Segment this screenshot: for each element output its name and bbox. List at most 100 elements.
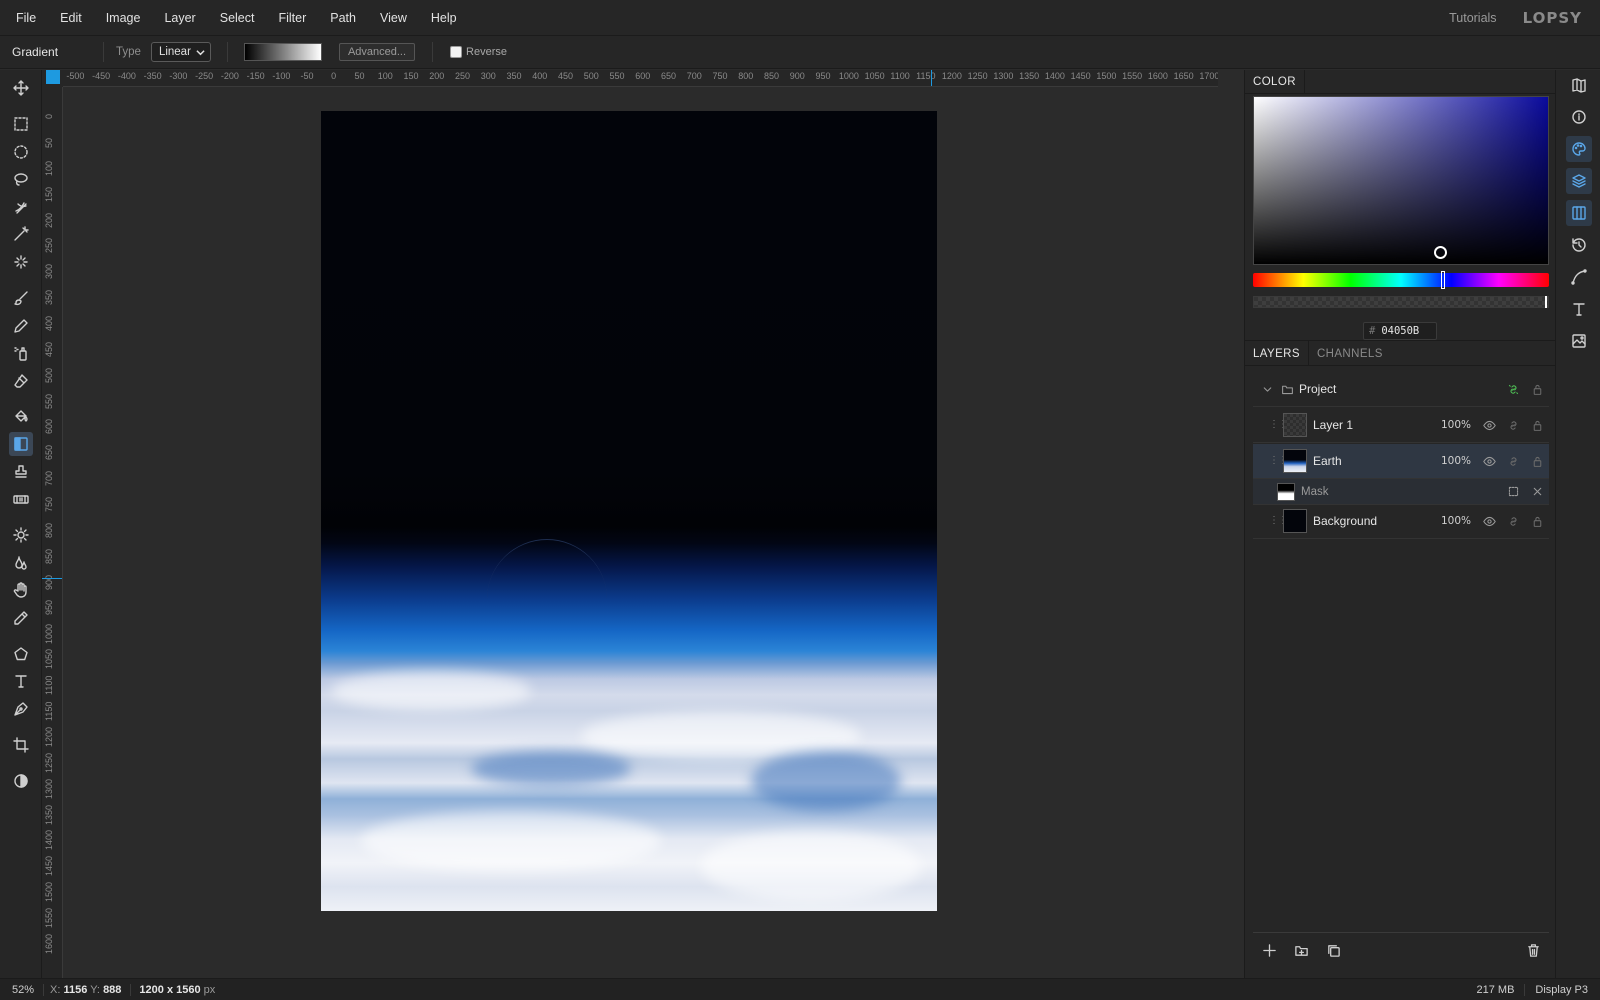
add-layer-icon[interactable] [1253,939,1285,963]
layers-icon[interactable] [1566,168,1592,194]
columns-icon[interactable] [1566,200,1592,226]
ruler-tick-label: 1400 [44,830,54,851]
color-picker-handle[interactable] [1434,246,1447,259]
gradient-icon[interactable] [9,432,33,456]
gradient-type-select[interactable]: Linear [150,42,211,62]
layer-group-project[interactable]: Project [1253,372,1549,407]
menu-image[interactable]: Image [94,0,153,36]
mask-name[interactable]: Mask [1301,486,1501,498]
layer-row-layer1[interactable]: ⋮⋮ Layer 1 100% [1253,408,1549,443]
quick-select-icon[interactable] [9,195,33,219]
hex-input[interactable]: # 04050B [1363,322,1437,340]
menu-path[interactable]: Path [318,0,368,36]
object-select-icon[interactable] [9,250,33,274]
healing-icon[interactable] [9,487,33,511]
eye-icon[interactable] [1477,451,1501,471]
duplicate-icon[interactable] [1317,939,1349,963]
layer-row-mask[interactable]: Mask [1253,479,1549,505]
lock-icon[interactable] [1525,511,1549,531]
tab-color[interactable]: COLOR [1245,70,1305,93]
eyedropper-icon[interactable] [9,606,33,630]
magic-wand-icon[interactable] [9,222,33,246]
layer-opacity[interactable]: 100% [1441,515,1471,527]
layer-row-background[interactable]: ⋮⋮ Background 100% [1253,504,1549,539]
menu-layer[interactable]: Layer [152,0,207,36]
chevron-down-icon[interactable] [1255,379,1279,399]
hue-slider-handle[interactable] [1441,271,1445,289]
eye-icon[interactable] [1477,415,1501,435]
blur-icon[interactable] [9,551,33,575]
layer-group-name[interactable]: Project [1299,382,1501,396]
polygon-icon[interactable] [9,642,33,666]
link-icon[interactable] [1501,379,1525,399]
menu-select[interactable]: Select [208,0,267,36]
fill-bucket-icon[interactable] [9,404,33,428]
rect-select-icon[interactable] [9,112,33,136]
eraser-icon[interactable] [9,369,33,393]
hand-icon[interactable] [9,578,33,602]
alpha-slider-handle[interactable] [1545,296,1547,308]
menu-edit[interactable]: Edit [48,0,94,36]
tab-channels[interactable]: CHANNELS [1309,341,1391,365]
drag-handle-icon[interactable]: ⋮⋮ [1269,456,1288,466]
text-icon[interactable] [9,669,33,693]
layer-name[interactable]: Background [1313,514,1441,528]
contrast-icon[interactable] [9,769,33,793]
mask-select-icon[interactable] [1501,482,1525,502]
dodge-icon[interactable] [9,523,33,547]
reverse-checkbox[interactable] [450,46,463,58]
trash-icon[interactable] [1517,939,1549,963]
drag-handle-icon[interactable]: ⋮⋮ [1269,420,1288,430]
lock-icon[interactable] [1525,379,1549,399]
layer-name[interactable]: Layer 1 [1313,418,1441,432]
pencil-icon[interactable] [9,314,33,338]
layer-opacity[interactable]: 100% [1441,455,1471,467]
menu-view[interactable]: View [368,0,419,36]
ruler-origin-marker[interactable] [46,70,60,84]
tab-layers[interactable]: LAYERS [1245,341,1309,365]
brush-icon[interactable] [9,286,33,310]
drag-handle-icon[interactable]: ⋮⋮ [1269,516,1288,526]
type-icon[interactable] [1566,296,1592,322]
spray-icon[interactable] [9,341,33,365]
menu-file[interactable]: File [0,0,48,36]
zoom-level[interactable]: 52% [0,983,44,996]
advanced-button[interactable]: Advanced... [338,43,416,61]
link-icon[interactable] [1501,415,1525,435]
document-canvas[interactable] [321,111,937,911]
ellipse-select-icon[interactable] [9,140,33,164]
lock-icon[interactable] [1525,415,1549,435]
canvas-area[interactable] [63,88,1218,978]
map-icon[interactable] [1566,72,1592,98]
curve-icon[interactable] [1566,264,1592,290]
stamp-icon[interactable] [9,460,33,484]
hex-value[interactable]: 04050B [1381,325,1419,337]
layer-opacity[interactable]: 100% [1441,419,1471,431]
lasso-icon[interactable] [9,167,33,191]
color-profile[interactable]: Display P3 [1525,984,1600,996]
eye-icon[interactable] [1477,511,1501,531]
link-icon[interactable] [1501,451,1525,471]
gradient-preview-swatch[interactable] [243,43,322,61]
pen-icon[interactable] [9,697,33,721]
crop-icon[interactable] [9,733,33,757]
tutorials-link[interactable]: Tutorials [1449,11,1496,25]
lock-icon[interactable] [1525,451,1549,471]
link-icon[interactable] [1501,511,1525,531]
history-icon[interactable] [1566,232,1592,258]
hue-slider[interactable] [1253,271,1549,289]
menu-filter[interactable]: Filter [266,0,318,36]
horizontal-ruler[interactable]: -500 -450 -400 -350 -300 -250 -200 -150 -100 -50 0… [63,70,1218,87]
alpha-slider[interactable] [1253,296,1549,308]
image-edit-icon[interactable] [1566,328,1592,354]
color-saturation-field[interactable] [1253,96,1549,265]
layer-name[interactable]: Earth [1313,454,1441,468]
palette-icon[interactable] [1566,136,1592,162]
layer-row-earth[interactable]: ⋮⋮ Earth 100% [1253,444,1549,479]
vertical-ruler[interactable]: 0 50 100 150 200 250 300 350 400 450 500 550 600 650 7… [42,87,63,978]
move-icon[interactable] [9,76,33,100]
menu-help[interactable]: Help [419,0,469,36]
close-icon[interactable] [1525,482,1549,502]
info-icon[interactable] [1566,104,1592,130]
new-folder-icon[interactable] [1285,939,1317,963]
